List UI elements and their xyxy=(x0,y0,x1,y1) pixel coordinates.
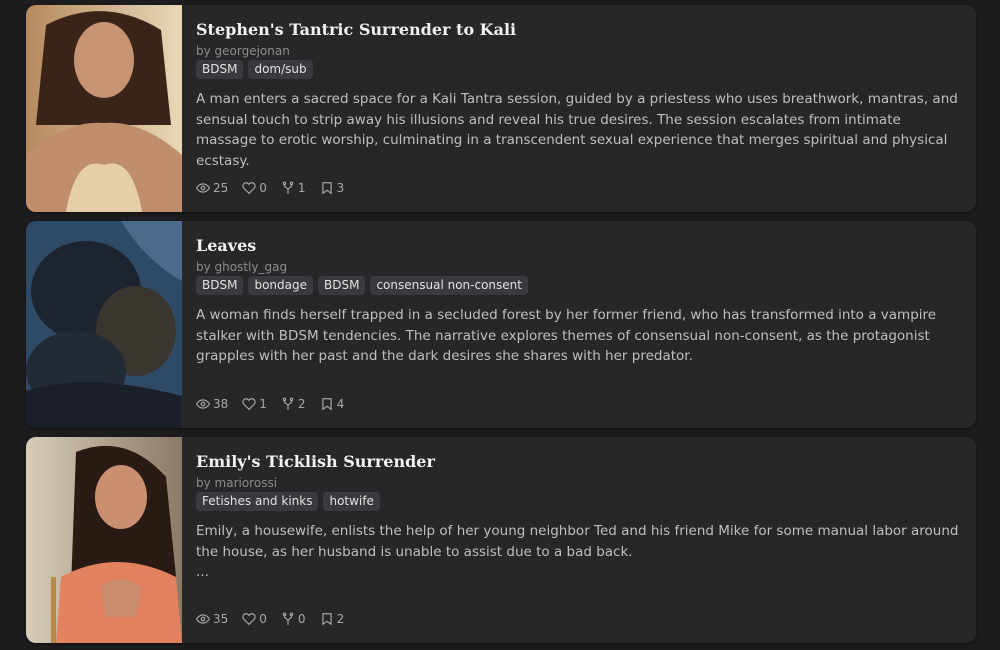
tag[interactable]: bondage xyxy=(248,276,313,295)
story-stats: 25 0 1 3 xyxy=(196,181,344,195)
likes-count: 1 xyxy=(259,397,267,411)
bookmarks-count: 2 xyxy=(336,612,345,626)
story-author[interactable]: by georgejonan xyxy=(196,44,290,58)
views-stat[interactable]: 38 xyxy=(196,397,228,411)
story-description-ellipsis: ... xyxy=(196,564,209,580)
fork-icon xyxy=(282,397,294,410)
bookmarks-stat[interactable]: 2 xyxy=(320,612,345,626)
eye-icon xyxy=(196,614,210,624)
forks-stat[interactable]: 0 xyxy=(281,612,306,626)
story-thumbnail[interactable] xyxy=(26,437,182,643)
story-description: A woman finds herself trapped in a seclu… xyxy=(196,307,937,364)
story-thumbnail[interactable] xyxy=(26,5,182,212)
bookmark-icon xyxy=(321,182,332,195)
story-title[interactable]: Emily's Ticklish Surrender xyxy=(196,452,435,471)
views-stat[interactable]: 35 xyxy=(196,612,228,626)
bookmarks-stat[interactable]: 3 xyxy=(320,181,345,195)
story-description-text: Emily, a housewife, enlists the help of … xyxy=(196,523,959,560)
forks-count: 2 xyxy=(297,397,306,411)
story-card[interactable]: Leaves by ghostly_gag BDSM bondage BDSM … xyxy=(26,221,976,428)
forks-stat[interactable]: 2 xyxy=(281,397,306,411)
tag[interactable]: dom/sub xyxy=(248,60,313,79)
story-card[interactable]: Stephen's Tantric Surrender to Kali by g… xyxy=(26,5,976,212)
tag[interactable]: consensual non-consent xyxy=(370,276,528,295)
story-description: A man enters a sacred space for a Kali T… xyxy=(196,91,958,169)
tag[interactable]: hotwife xyxy=(323,492,380,511)
bookmarks-count: 3 xyxy=(336,181,345,195)
tag[interactable]: BDSM xyxy=(196,276,244,295)
eye-icon xyxy=(196,399,210,409)
tag-list: BDSM bondage BDSM consensual non-consent xyxy=(196,276,528,295)
bookmark-icon xyxy=(321,398,332,411)
story-card[interactable]: Emily's Ticklish Surrender by mariorossi… xyxy=(26,437,976,643)
fork-icon xyxy=(282,181,294,194)
likes-count: 0 xyxy=(259,612,267,626)
story-stats: 35 0 0 2 xyxy=(196,612,344,626)
fork-icon xyxy=(282,612,294,625)
story-stats: 38 1 2 4 xyxy=(196,397,344,411)
heart-icon xyxy=(242,182,256,195)
forks-stat[interactable]: 1 xyxy=(281,181,306,195)
heart-icon xyxy=(242,613,256,626)
story-thumbnail[interactable] xyxy=(26,221,182,428)
views-count: 35 xyxy=(213,612,229,626)
views-stat[interactable]: 25 xyxy=(196,181,228,195)
story-title[interactable]: Leaves xyxy=(196,236,256,255)
views-count: 25 xyxy=(213,181,229,195)
tag-list: BDSM dom/sub xyxy=(196,60,313,79)
tag[interactable]: BDSM xyxy=(196,60,244,79)
likes-stat[interactable]: 1 xyxy=(242,397,267,411)
story-author[interactable]: by mariorossi xyxy=(196,476,277,490)
story-title[interactable]: Stephen's Tantric Surrender to Kali xyxy=(196,20,516,39)
bookmarks-count: 4 xyxy=(336,397,345,411)
likes-count: 0 xyxy=(259,181,267,195)
views-count: 38 xyxy=(213,397,229,411)
tag[interactable]: Fetishes and kinks xyxy=(196,492,319,511)
forks-count: 0 xyxy=(297,612,306,626)
story-author[interactable]: by ghostly_gag xyxy=(196,260,287,274)
story-description: Emily, a housewife, enlists the help of … xyxy=(196,521,960,583)
forks-count: 1 xyxy=(297,181,306,195)
likes-stat[interactable]: 0 xyxy=(242,181,267,195)
tag[interactable]: BDSM xyxy=(318,276,366,295)
bookmarks-stat[interactable]: 4 xyxy=(320,397,345,411)
bookmark-icon xyxy=(321,613,332,626)
tag-list: Fetishes and kinks hotwife xyxy=(196,492,380,511)
eye-icon xyxy=(196,183,210,193)
heart-icon xyxy=(242,398,256,411)
likes-stat[interactable]: 0 xyxy=(242,612,267,626)
